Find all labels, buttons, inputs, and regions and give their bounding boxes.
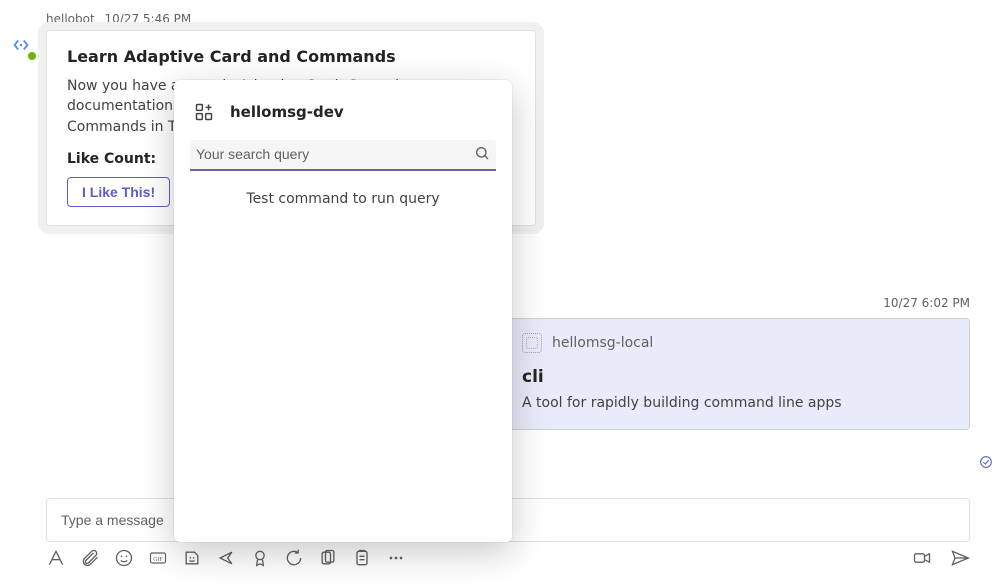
popup-search-input[interactable] <box>196 146 466 162</box>
app-action-2-icon[interactable] <box>352 548 372 568</box>
bot-message-header: hellobot 10/27 5:46 PM <box>46 12 191 26</box>
popup-app-name: hellomsg-dev <box>230 103 344 121</box>
outgoing-message-timestamp: 10/27 6:02 PM <box>883 296 970 310</box>
bot-message-timestamp: 10/27 5:46 PM <box>105 12 192 26</box>
popup-search-field[interactable] <box>190 140 496 171</box>
schedule-send-icon[interactable] <box>216 548 236 568</box>
app-attribution-row: hellomsg-local <box>522 333 953 353</box>
card-title: Learn Adaptive Card and Commands <box>67 47 515 66</box>
bot-name: hellobot <box>46 12 95 26</box>
app-action-1-icon[interactable] <box>318 548 338 568</box>
emoji-icon[interactable] <box>114 548 134 568</box>
popup-header: hellomsg-dev <box>186 98 500 140</box>
gif-icon[interactable]: GIF <box>148 548 168 568</box>
preview-description: A tool for rapidly building command line… <box>522 395 953 411</box>
loop-icon[interactable] <box>284 548 304 568</box>
praise-icon[interactable] <box>250 548 270 568</box>
attach-icon[interactable] <box>80 548 100 568</box>
more-actions-icon[interactable] <box>386 548 406 568</box>
popup-hint-text: Test command to run query <box>186 191 500 207</box>
format-icon[interactable] <box>46 548 66 568</box>
messaging-extension-popup: hellomsg-dev Test command to run query <box>174 80 512 542</box>
like-count-label: Like Count: <box>67 151 156 167</box>
search-icon[interactable] <box>474 145 490 165</box>
bot-avatar <box>6 30 36 60</box>
app-attribution-name: hellomsg-local <box>552 335 653 351</box>
presence-available-icon <box>26 50 38 62</box>
video-clip-icon[interactable] <box>912 548 932 568</box>
outgoing-message-card: hellomsg-local cli A tool for rapidly bu… <box>505 318 970 430</box>
app-placeholder-icon <box>522 333 542 353</box>
svg-text:GIF: GIF <box>153 557 163 563</box>
read-receipt-icon <box>978 454 994 474</box>
sticker-icon[interactable] <box>182 548 202 568</box>
like-button[interactable]: I Like This! <box>67 177 170 207</box>
preview-title: cli <box>522 367 953 387</box>
compose-toolbar: GIF <box>46 548 970 568</box>
send-icon[interactable] <box>950 548 970 568</box>
app-store-icon <box>192 100 216 124</box>
